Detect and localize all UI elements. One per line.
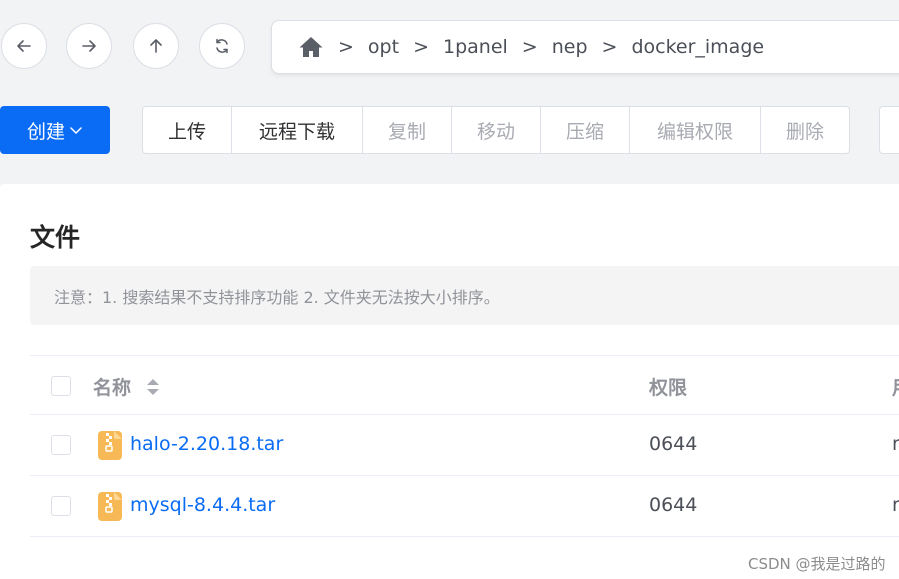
breadcrumb-item-1panel[interactable]: 1panel (443, 36, 508, 58)
column-header-permission: 权限 (649, 377, 688, 399)
column-header-next: 用 (892, 373, 899, 400)
file-next-col-partial: r (892, 433, 899, 455)
file-permission: 0644 (649, 433, 698, 455)
home-icon[interactable] (298, 35, 324, 59)
breadcrumb-separator: > (521, 36, 538, 58)
watermark: CSDN @我是过路的 (748, 555, 886, 573)
page-title: 文件 (30, 223, 81, 252)
file-list-card: 文件 注意：1. 搜索结果不支持排序功能 2. 文件夹无法按大小排序。 名称 权… (0, 184, 899, 579)
column-header-name[interactable]: 名称 (93, 373, 131, 400)
select-all-checkbox[interactable] (51, 376, 71, 396)
upload-button[interactable]: 上传 (143, 107, 232, 153)
row-checkbox[interactable] (51, 496, 71, 516)
archive-file-icon (98, 431, 122, 460)
breadcrumb-separator: > (413, 36, 429, 58)
breadcrumb-item-docker-image[interactable]: docker_image (631, 36, 764, 58)
breadcrumb: > opt > 1panel > nep > docker_image (271, 20, 899, 74)
breadcrumb-item-nep[interactable]: nep (552, 36, 588, 58)
back-button[interactable] (1, 23, 47, 69)
edit-permission-button[interactable]: 编辑权限 (630, 107, 761, 153)
row-checkbox[interactable] (51, 435, 71, 455)
move-button[interactable]: 移动 (452, 107, 541, 153)
breadcrumb-separator: > (601, 36, 618, 58)
sort-icon[interactable] (145, 376, 161, 398)
arrow-left-icon (17, 40, 31, 52)
file-next-col-partial: r (892, 494, 899, 516)
file-action-toolbar: 上传 远程下载 复制 移动 压缩 编辑权限 删除 (142, 106, 850, 154)
archive-file-icon (98, 492, 122, 521)
create-button-label: 创建 (26, 120, 65, 143)
search-input[interactable] (879, 106, 899, 154)
refresh-icon (216, 38, 228, 54)
file-permission: 0644 (649, 494, 698, 516)
chevron-down-icon (70, 127, 82, 134)
table-row[interactable]: mysql-8.4.4.tar 0644 r (30, 476, 899, 537)
copy-button[interactable]: 复制 (363, 107, 452, 153)
table-row[interactable]: halo-2.20.18.tar 0644 r (30, 415, 899, 476)
file-table: 名称 权限 用 halo-2.20.18.tar 0644 r (30, 355, 899, 537)
arrow-up-icon (150, 39, 162, 53)
notice-alert: 注意：1. 搜索结果不支持排序功能 2. 文件夹无法按大小排序。 (30, 266, 899, 325)
refresh-button[interactable] (199, 23, 245, 69)
breadcrumb-item-opt[interactable]: opt (368, 36, 399, 58)
delete-button[interactable]: 删除 (761, 107, 849, 153)
breadcrumb-separator: > (338, 36, 354, 58)
create-dropdown-button[interactable]: 创建 (0, 106, 110, 154)
remote-download-button[interactable]: 远程下载 (232, 107, 363, 153)
arrow-right-icon (82, 40, 96, 52)
file-name-link[interactable]: mysql-8.4.4.tar (130, 494, 275, 516)
table-header-row: 名称 权限 用 (30, 355, 899, 415)
compress-button[interactable]: 压缩 (541, 107, 630, 153)
up-button[interactable] (133, 23, 179, 69)
file-name-link[interactable]: halo-2.20.18.tar (130, 433, 283, 455)
forward-button[interactable] (66, 23, 112, 69)
